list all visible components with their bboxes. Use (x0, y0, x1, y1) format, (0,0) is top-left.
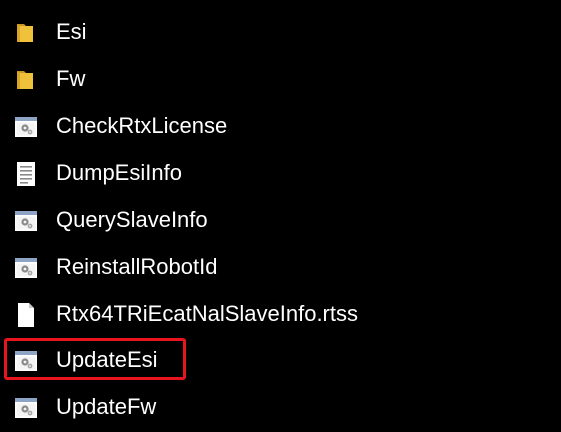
file-item-updatefw[interactable]: UpdateFw (0, 383, 561, 431)
file-name: Fw (56, 66, 86, 91)
file-item-fw[interactable]: Fw (0, 55, 561, 103)
blank-file-icon (18, 303, 34, 327)
file-name: ReinstallRobotId (56, 254, 218, 279)
application-icon (15, 258, 37, 278)
file-item-reinstallrobotid[interactable]: ReinstallRobotId (0, 243, 561, 291)
application-icon (15, 117, 37, 137)
file-name: QuerySlaveInfo (56, 207, 208, 232)
folder-icon (17, 71, 33, 89)
file-item-checkrtxlicense[interactable]: CheckRtxLicense (0, 102, 561, 150)
file-item-queryslaveinfo[interactable]: QuerySlaveInfo (0, 196, 561, 244)
file-name: DumpEsiInfo (56, 160, 182, 185)
application-icon (15, 398, 37, 418)
text-document-icon (17, 162, 35, 186)
application-icon (15, 351, 37, 371)
file-name: CheckRtxLicense (56, 113, 228, 138)
file-name: UpdateFw (56, 394, 157, 419)
file-name: Rtx64TRiEcatNalSlaveInfo.rtss (56, 301, 358, 326)
file-name: Esi (56, 19, 87, 44)
file-item-dumpesiinfo[interactable]: DumpEsiInfo (0, 149, 561, 197)
file-item-rtx64triecatnalslaveinfo-rtss[interactable]: Rtx64TRiEcatNalSlaveInfo.rtss (0, 290, 561, 338)
file-item-updateesi[interactable]: UpdateEsi (0, 336, 561, 384)
folder-icon (17, 24, 33, 42)
application-icon (15, 211, 37, 231)
file-item-esi[interactable]: Esi (0, 8, 561, 56)
file-name: UpdateEsi (56, 347, 158, 372)
file-list: Esi Fw CheckRtxLicense DumpEsiInfo Query… (0, 0, 561, 432)
